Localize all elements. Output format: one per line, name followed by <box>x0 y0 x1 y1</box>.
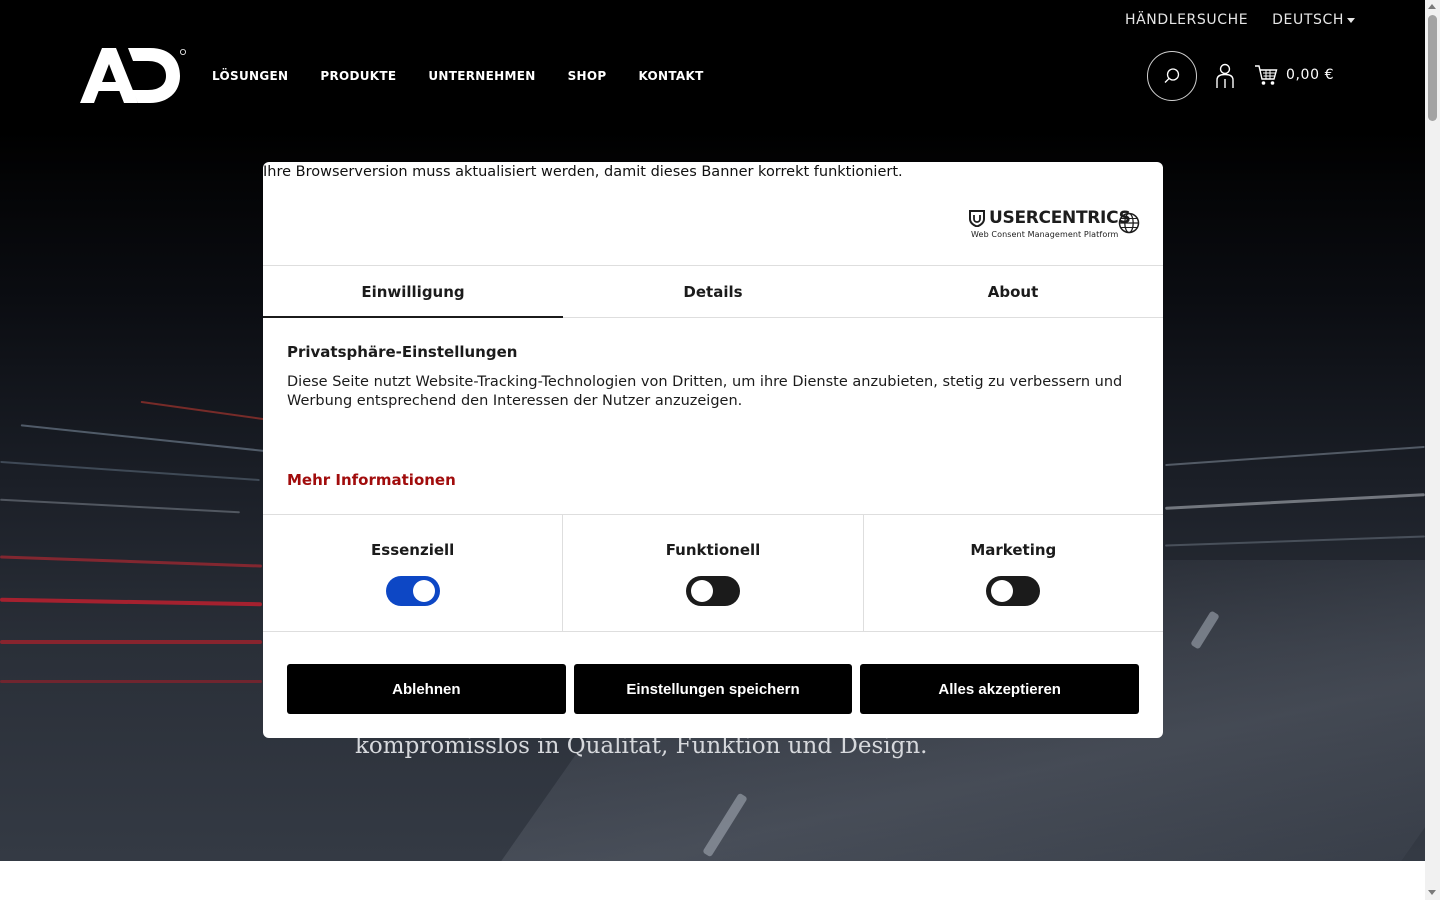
cart-icon <box>1255 65 1278 85</box>
nav-item-unternehmen[interactable]: UNTERNEHMEN <box>428 69 535 83</box>
account-icon[interactable] <box>1214 63 1236 89</box>
language-label: DEUTSCH <box>1272 12 1344 28</box>
tab-about[interactable]: About <box>863 266 1163 317</box>
light-streak <box>0 460 260 482</box>
scrollbar[interactable] <box>1425 0 1440 900</box>
toggle-knob <box>991 580 1014 602</box>
cart-total: 0,00 € <box>1286 67 1335 83</box>
shield-icon <box>969 209 985 227</box>
usercentrics-brand: USERCENTRICS <box>989 208 1131 228</box>
usercentrics-logo: USERCENTRICS Web Consent Management Plat… <box>969 208 1131 239</box>
funktionell-toggle[interactable] <box>685 576 740 606</box>
nav-item-loesungen[interactable]: LÖSUNGEN <box>212 69 288 83</box>
light-streak <box>0 640 262 644</box>
category-label: Marketing <box>970 541 1057 559</box>
dealer-search-link[interactable]: HÄNDLERSUCHE <box>1125 12 1248 28</box>
consent-actions: Ablehnen Einstellungen speichern Alles a… <box>287 664 1140 714</box>
light-streak <box>0 498 240 514</box>
scroll-down-arrow-icon[interactable] <box>1428 890 1436 895</box>
scroll-up-arrow-icon[interactable] <box>1428 4 1436 9</box>
privacy-settings-text: Diese Seite nutzt Website-Tracking-Techn… <box>287 374 1123 409</box>
nav-item-shop[interactable]: SHOP <box>568 69 607 83</box>
marketing-toggle[interactable] <box>986 576 1041 606</box>
category-label: Essenziell <box>371 541 455 559</box>
light-streak <box>0 555 262 568</box>
save-settings-button[interactable]: Einstellungen speichern <box>573 664 853 714</box>
light-streak <box>1165 493 1425 510</box>
consent-categories: Essenziell Funktionell Marketing <box>263 514 1163 632</box>
light-streak <box>1165 445 1425 467</box>
tab-details[interactable]: Details <box>563 266 863 317</box>
category-label: Funktionell <box>665 541 761 559</box>
search-button[interactable] <box>1147 51 1197 101</box>
privacy-settings-title: Privatsphäre-Einstellungen <box>287 343 518 361</box>
toggle-knob <box>412 580 435 602</box>
light-streak <box>1165 535 1425 547</box>
tab-einwilligung[interactable]: Einwilligung <box>263 266 563 318</box>
search-icon <box>1164 68 1180 83</box>
essenziell-toggle[interactable] <box>385 576 440 606</box>
nav-item-produkte[interactable]: PRODUKTE <box>320 69 396 83</box>
cart-button[interactable]: 0,00 € <box>1254 64 1334 86</box>
light-streak <box>0 597 263 607</box>
language-selector[interactable]: DEUTSCH <box>1272 12 1355 28</box>
nav-item-kontakt[interactable]: KONTAKT <box>638 69 703 83</box>
toggle-knob <box>690 580 713 602</box>
usercentrics-subtitle: Web Consent Management Platform <box>971 230 1119 239</box>
category-marketing: Marketing <box>862 515 1163 631</box>
ad-logo[interactable] <box>80 48 190 106</box>
consent-tabs: Einwilligung Details About <box>263 265 1163 318</box>
accept-all-button[interactable]: Alles akzeptieren <box>860 664 1140 714</box>
category-funktionell: Funktionell <box>562 515 862 631</box>
top-bar: HÄNDLERSUCHE DEUTSCH <box>1125 12 1355 28</box>
category-essenziell: Essenziell <box>263 515 562 631</box>
light-streak <box>0 680 262 683</box>
main-navigation: LÖSUNGEN PRODUKTE UNTERNEHMEN SHOP KONTA… <box>212 69 704 83</box>
consent-dialog: Ihre Browserversion muss aktualisiert we… <box>263 162 1163 738</box>
more-info-link[interactable]: Mehr Informationen <box>287 471 456 489</box>
chevron-down-icon <box>1347 17 1355 23</box>
scrollbar-thumb[interactable] <box>1428 15 1437 121</box>
globe-icon[interactable] <box>1118 212 1140 234</box>
browser-version-notice: Ihre Browserversion muss aktualisiert we… <box>263 164 903 180</box>
deny-button[interactable]: Ablehnen <box>287 664 566 714</box>
